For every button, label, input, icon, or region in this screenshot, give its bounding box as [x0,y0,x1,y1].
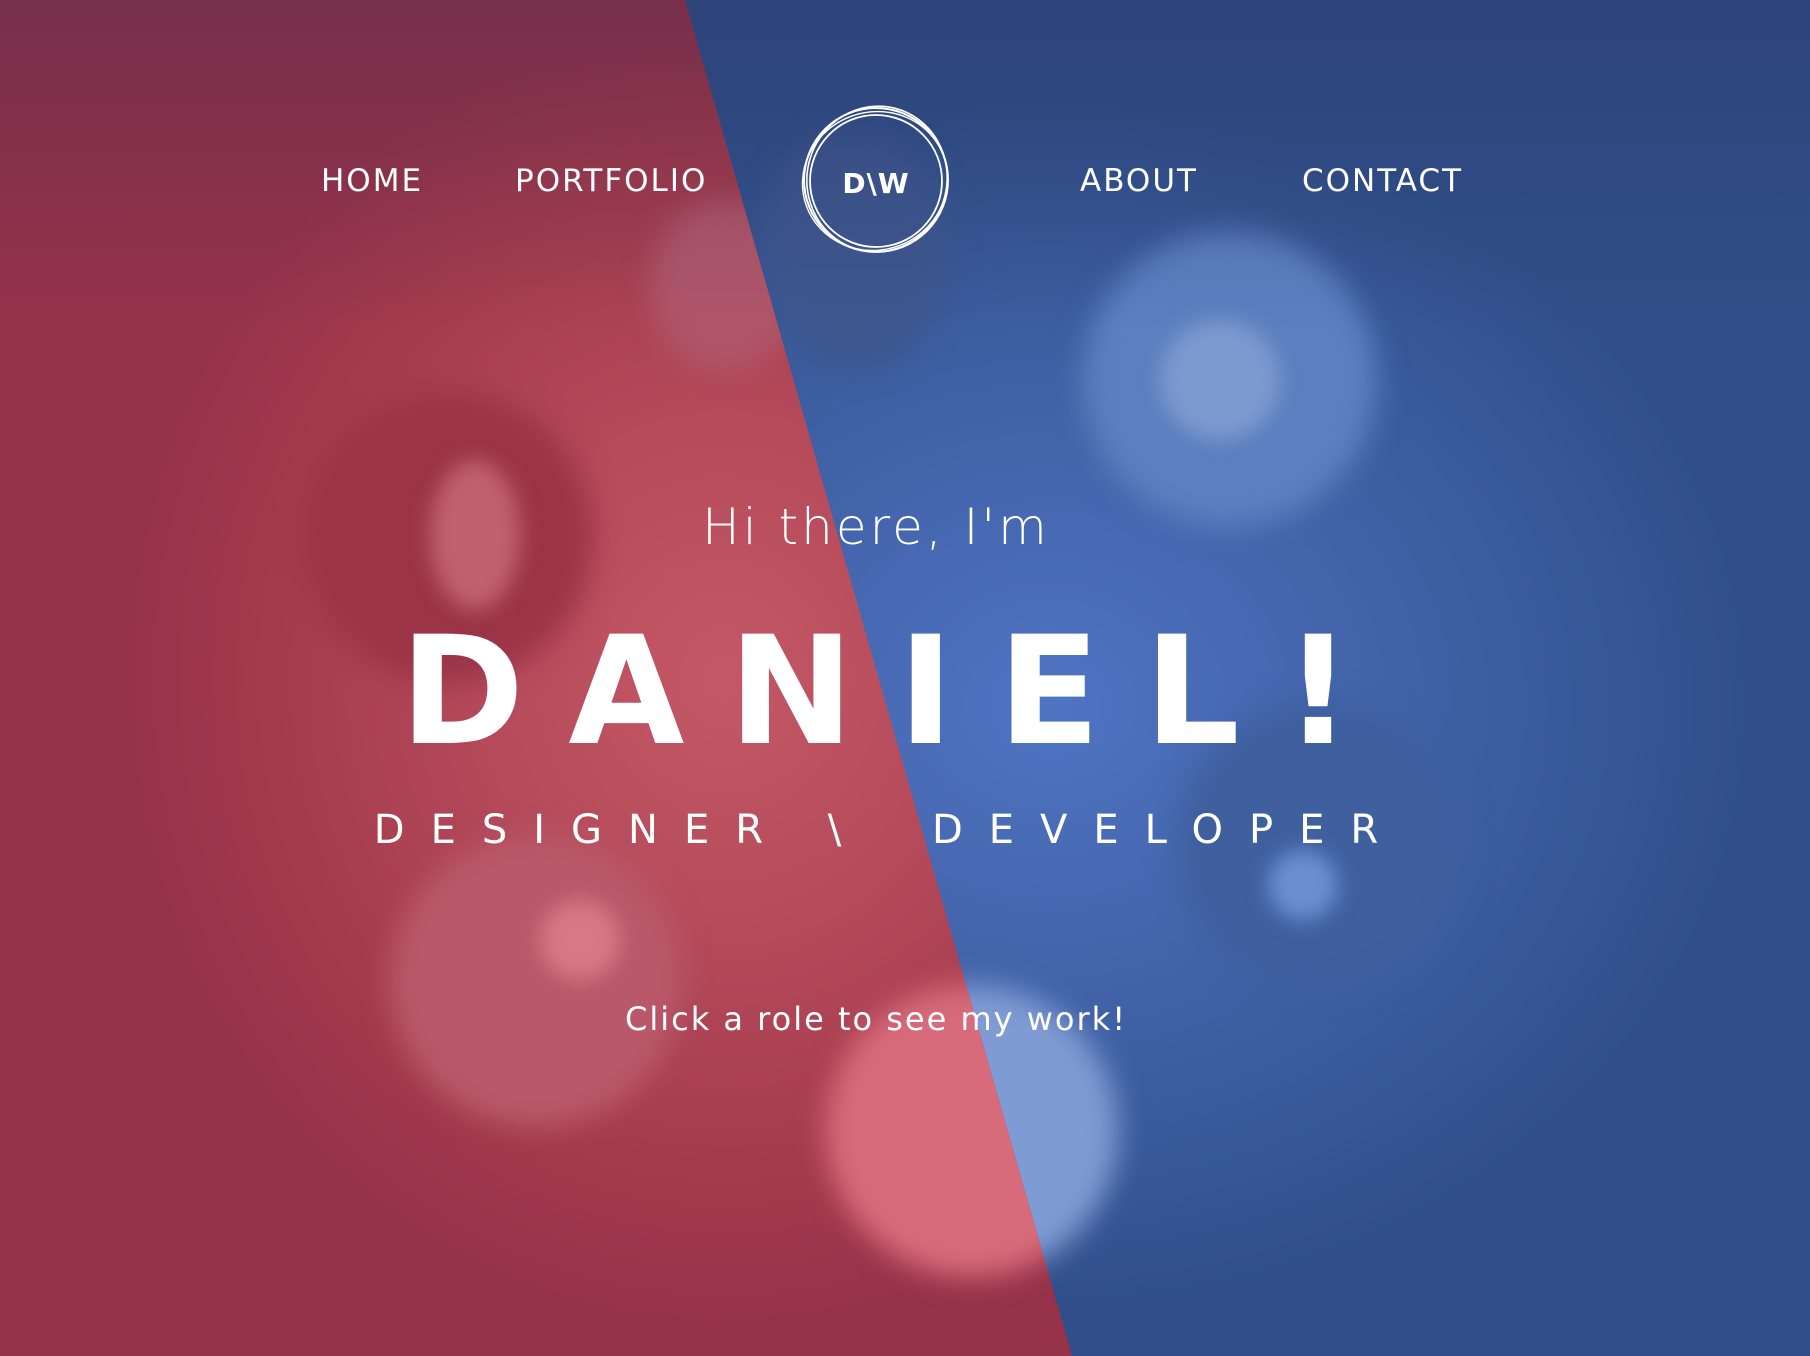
blurred-disc-decoration [1160,320,1280,440]
role-separator: \ [827,807,868,853]
hero-hint: Click a role to see my work! [624,1000,1128,1038]
blurred-disc-decoration [390,835,682,1127]
hero-roles: DESIGNER \ DEVELOPER [0,807,1752,853]
developer-role-link[interactable]: DEVELOPER [932,807,1404,853]
nav-home-link[interactable]: HOME [321,158,423,204]
logo-monogram: D\W [842,166,910,200]
hero-greeting: Hi there, I'm [702,498,1050,556]
blurred-disc-decoration [1268,850,1338,920]
logo-button[interactable]: D\W [799,103,953,257]
hero-name: DANIEL! [399,605,1397,779]
nav-portfolio-link[interactable]: PORTFOLIO [515,158,707,204]
nav-contact-link[interactable]: CONTACT [1302,158,1463,204]
designer-role-link[interactable]: DESIGNER [374,807,789,853]
blurred-disc-decoration [540,900,620,980]
nav-about-link[interactable]: ABOUT [1080,158,1198,204]
